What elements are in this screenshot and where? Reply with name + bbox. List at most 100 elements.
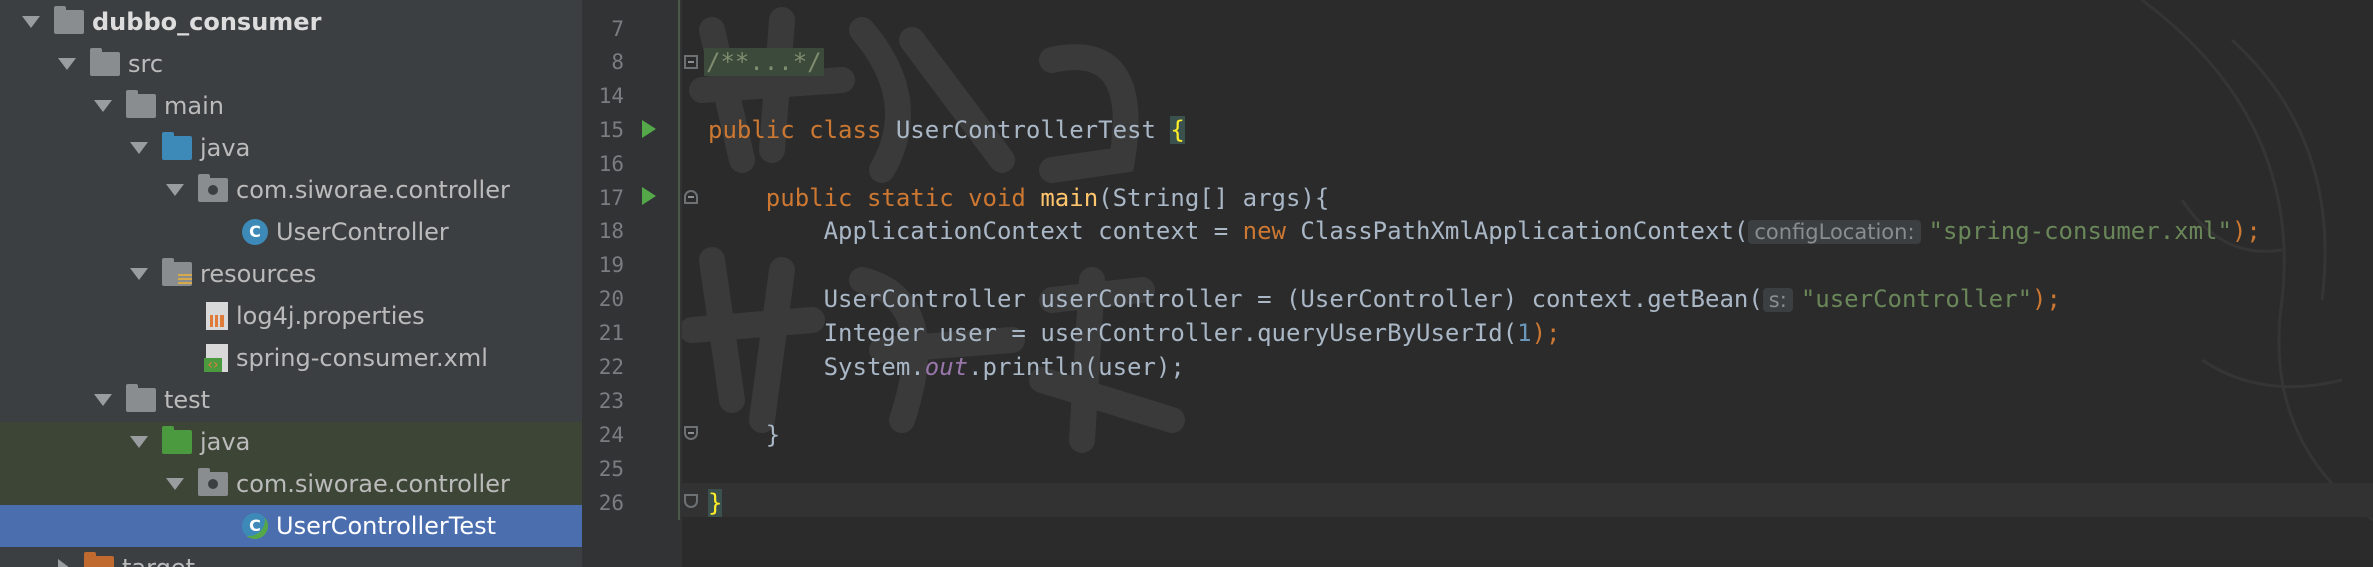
tree-item-main-package[interactable]: com.siworae.controller [0, 169, 582, 211]
code-token: ); [2231, 217, 2261, 245]
code-token: public static void [708, 184, 1041, 212]
code-token: (String[] args){ [1098, 184, 1330, 212]
code-token: ); [2032, 285, 2061, 313]
project-tree: dubbo_consumer src main java com.siworae… [0, 0, 582, 567]
tree-item-test[interactable]: test [0, 379, 582, 421]
tree-item-src[interactable]: src [0, 43, 582, 85]
class-icon: C [242, 219, 268, 245]
expand-arrow-icon[interactable] [94, 394, 112, 406]
line-number: 22 [598, 355, 624, 379]
code-token: { [1170, 116, 1185, 144]
line-number: 15 [598, 118, 624, 142]
source-folder-icon [162, 132, 192, 160]
expand-arrow-icon[interactable] [130, 268, 148, 280]
resources-folder-icon [162, 258, 192, 286]
tree-item-label: log4j.properties [236, 302, 425, 330]
code-line-26[interactable]: } [708, 486, 723, 520]
tree-item-label: resources [200, 260, 317, 288]
tree-item-log4j[interactable]: log4j.properties [0, 295, 582, 337]
tree-item-main[interactable]: main [0, 85, 582, 127]
code-token: "userController" [1800, 285, 2033, 313]
code-line-22[interactable]: System.out.println(user); [708, 350, 1185, 384]
tree-item-label: src [128, 50, 164, 78]
tree-item-main-java[interactable]: java [0, 127, 582, 169]
code-token: out [924, 353, 969, 381]
expand-arrow-icon[interactable] [130, 142, 148, 154]
expand-arrow-icon[interactable] [94, 100, 112, 112]
tree-item-usercontrollertest[interactable]: C UserControllerTest [0, 505, 582, 547]
line-number: 19 [598, 253, 624, 277]
line-number: 21 [598, 321, 624, 345]
properties-file-icon [206, 302, 228, 330]
code-line-21[interactable]: Integer user = userController.queryUserB… [708, 316, 1561, 350]
line-number: 18 [598, 219, 624, 243]
code-editor[interactable]: 7 8 14 15 16 17 18 19 20 21 22 23 24 25 … [582, 0, 2373, 567]
code-line-15[interactable]: public class UserControllerTest { [708, 113, 1185, 147]
code-line-17[interactable]: public static void main(String[] args){ [708, 181, 1330, 215]
current-line-highlight [682, 483, 2373, 517]
line-number: 14 [598, 84, 624, 108]
folder-icon [126, 90, 156, 118]
tree-item-label: UserControllerTest [276, 512, 497, 540]
code-token: UserController userController = (UserCon… [708, 285, 1763, 313]
fold-toggle-icon[interactable] [684, 55, 698, 69]
code-line-18[interactable]: ApplicationContext context = new ClassPa… [708, 214, 2261, 248]
tree-item-label: com.siworae.controller [236, 176, 510, 204]
code-token: .println(user); [968, 353, 1185, 381]
indent-guide [678, 0, 680, 520]
line-number: 26 [598, 491, 624, 515]
tree-item-label: dubbo_consumer [92, 8, 322, 36]
tree-item-test-java[interactable]: java [0, 421, 582, 463]
tree-item-spring-consumer[interactable]: spring-consumer.xml [0, 337, 582, 379]
code-token: ClassPathXmlApplicationContext( [1300, 217, 1749, 245]
line-number: 20 [598, 287, 624, 311]
line-number: 8 [611, 50, 624, 74]
code-token: UserControllerTest [895, 116, 1171, 144]
code-token: main [1040, 184, 1099, 212]
tree-item-test-package[interactable]: com.siworae.controller [0, 463, 582, 505]
line-number: 25 [598, 457, 624, 481]
fold-toggle-icon[interactable] [684, 190, 698, 204]
tree-item-dubbo-consumer[interactable]: dubbo_consumer [0, 1, 582, 43]
tree-item-label: main [164, 92, 224, 120]
code-token: ); [1531, 319, 1561, 347]
tree-item-resources[interactable]: resources [0, 253, 582, 295]
tree-item-label: target [122, 554, 195, 567]
collapse-arrow-icon[interactable] [58, 559, 70, 567]
code-token: 1 [1517, 319, 1532, 347]
code-token: new [1242, 217, 1301, 245]
code-line-20[interactable]: UserController userController = (UserCon… [708, 282, 2061, 316]
folder-icon [126, 384, 156, 412]
code-line-24[interactable]: } [708, 418, 780, 452]
package-icon [198, 468, 228, 496]
expand-arrow-icon[interactable] [58, 58, 76, 70]
line-number: 17 [598, 186, 624, 210]
expand-arrow-icon[interactable] [166, 478, 184, 490]
expand-arrow-icon[interactable] [130, 436, 148, 448]
run-class-icon[interactable] [642, 120, 656, 138]
tree-item-label: com.siworae.controller [236, 470, 510, 498]
parameter-hint: s: [1762, 288, 1793, 312]
code-token: ApplicationContext context = [708, 217, 1243, 245]
code-token: } [708, 489, 723, 517]
tree-item-label: java [200, 134, 251, 162]
tree-item-label: spring-consumer.xml [236, 344, 488, 372]
expand-arrow-icon[interactable] [22, 16, 40, 28]
parameter-hint: configLocation: [1748, 220, 1921, 244]
package-icon [198, 174, 228, 202]
folder-icon [90, 48, 120, 76]
fold-end-icon[interactable] [684, 494, 698, 508]
line-number: 24 [598, 423, 624, 447]
code-line-8[interactable]: /**...*/ [704, 45, 824, 79]
line-number: 7 [611, 17, 624, 41]
expand-arrow-icon[interactable] [166, 184, 184, 196]
test-folder-icon [162, 426, 192, 454]
fold-toggle-icon[interactable] [684, 426, 698, 440]
tree-item-target[interactable]: target [0, 547, 582, 567]
line-number: 23 [598, 389, 624, 413]
folded-comment[interactable]: /**...*/ [704, 48, 824, 76]
tree-item-label: UserController [276, 218, 449, 246]
run-main-icon[interactable] [642, 187, 656, 205]
tree-item-usercontroller[interactable]: C UserController [0, 211, 582, 253]
test-class-icon: C [242, 513, 268, 539]
